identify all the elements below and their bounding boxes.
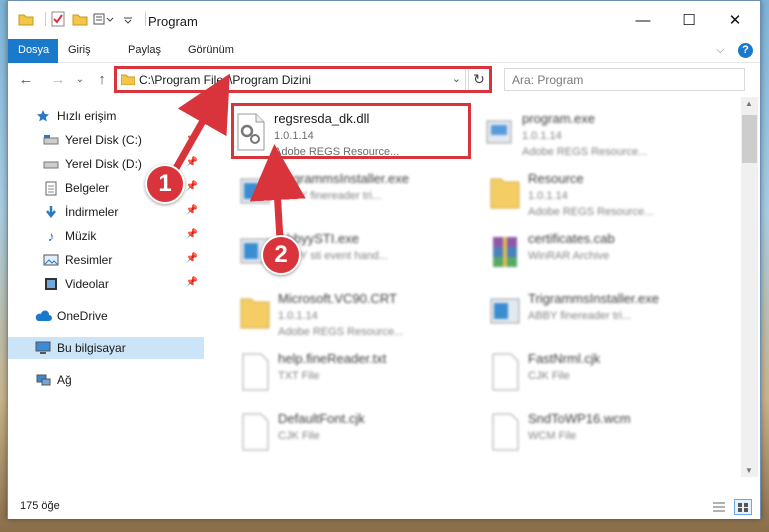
callout-1: 1 <box>145 164 185 204</box>
callout-2: 2 <box>261 235 301 275</box>
arrow-1 <box>171 73 230 172</box>
arrow-2 <box>249 144 306 241</box>
annotation-arrows <box>171 73 306 241</box>
